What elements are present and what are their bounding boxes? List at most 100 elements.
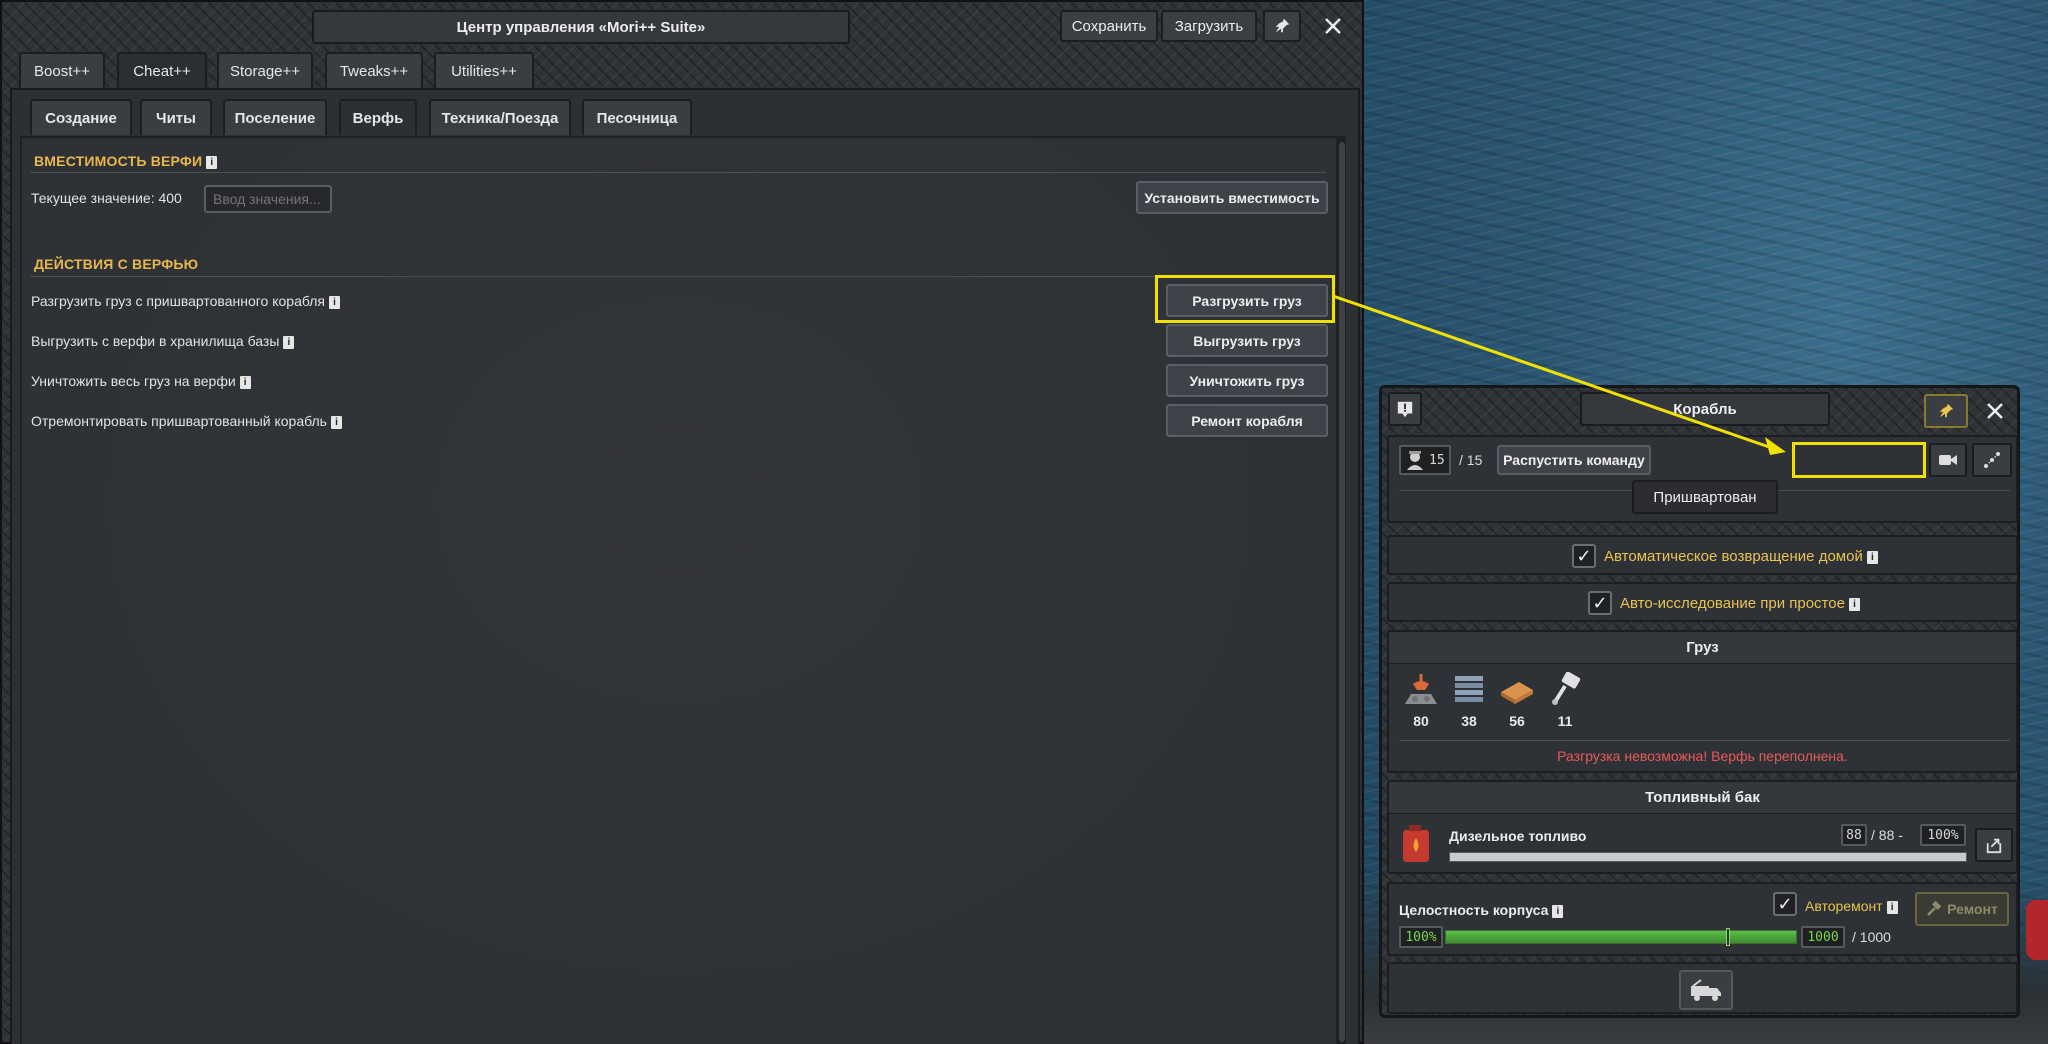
info-icon[interactable]: i [239, 376, 251, 389]
control-center-window: Центр управления «Mori++ Suite» Сохранит… [0, 0, 1364, 1044]
route-button[interactable] [1972, 443, 2012, 477]
hull-section: Целостность корпуса i ✓ Авторемонт i Ремон… [1387, 882, 2018, 956]
pin-button[interactable] [1924, 394, 1968, 428]
cargo-item[interactable]: 80 [1399, 672, 1443, 729]
close-button[interactable] [1976, 394, 2014, 428]
tab-tweaks[interactable]: Tweaks++ [325, 52, 423, 88]
capacity-current-value: Текущее значение: 400 [31, 190, 182, 206]
fuel-bar [1449, 852, 1967, 862]
fuel-bar-fill [1450, 853, 1966, 861]
export-icon [1986, 838, 2002, 854]
hull-threshold-marker[interactable] [1726, 928, 1730, 946]
cargo-section: Груз 80 38 56 11 Разгрузка невозможна! В… [1387, 630, 2018, 773]
hull-label: Целостность корпуса i [1399, 902, 1564, 918]
load-button[interactable]: Загрузить [1161, 10, 1257, 42]
cargo-list: 80 38 56 11 [1399, 671, 1599, 730]
destroy-cargo-button[interactable]: Уничтожить груз [1166, 364, 1328, 397]
auto-repair-checkbox[interactable]: ✓ [1773, 892, 1797, 916]
fuel-section: Топливный бак Дизельное топливо 88 / 88 … [1387, 780, 2018, 874]
cargo-item[interactable]: 56 [1495, 672, 1539, 729]
hull-label-text: Целостность корпуса [1399, 902, 1549, 918]
hull-bar-fill [1446, 931, 1796, 943]
subtab-settlement[interactable]: Поселение [223, 99, 327, 135]
auto-explore-label: Авто-исследование при простое i [1620, 595, 1860, 612]
close-icon [1987, 403, 2003, 419]
subtab-cheats[interactable]: Читы [140, 99, 212, 135]
divider [1399, 740, 2010, 741]
ship-title: Корабль [1580, 392, 1830, 426]
info-icon[interactable]: i [1848, 598, 1860, 611]
crew-section: 15 / 15 Распустить команду Пришвартован [1387, 435, 2018, 523]
dismiss-crew-button[interactable]: Распустить команду [1497, 445, 1651, 475]
auto-repair-label: Авторемонт i [1805, 898, 1898, 914]
mechanical-parts-icon [1552, 671, 1581, 705]
hull-percent: 100% [1399, 926, 1443, 948]
scrollbar-thumb[interactable] [1339, 142, 1345, 1042]
crew-current: 15 [1429, 452, 1445, 468]
alert-icon [1397, 401, 1413, 418]
info-icon[interactable]: i [1866, 551, 1878, 564]
fuel-export-button[interactable] [1975, 828, 2013, 862]
repair-label: Отремонтировать пришвартованный корабль i [31, 413, 342, 429]
tab-utilities[interactable]: Utilities++ [434, 52, 534, 88]
subtab-shipyard[interactable]: Верфь [339, 99, 417, 135]
tab-cheat[interactable]: Cheat++ [117, 52, 207, 88]
actions-section-title: ДЕЙСТВИЯ С ВЕРФЬЮ [34, 256, 199, 272]
hammer-icon [1927, 901, 1942, 916]
red-object [2026, 900, 2048, 960]
fuel-title: Топливный бак [1389, 782, 2016, 814]
transfer-cargo-button[interactable]: Выгрузить груз [1166, 324, 1328, 357]
capacity-title-text: ВМЕСТИМОСТЬ ВЕРФИ [34, 153, 203, 169]
cargo-value: 11 [1557, 713, 1573, 729]
unload-ship-text: Разгрузить груз с пришвартованного кораб… [31, 293, 325, 309]
tab-boost[interactable]: Boost++ [19, 52, 105, 88]
subtab-vehicles[interactable]: Техника/Поезда [429, 99, 571, 135]
tab-storage[interactable]: Storage++ [217, 52, 313, 88]
shipyard-content [20, 136, 1338, 1044]
route-icon [1984, 452, 2000, 468]
cargo-title: Груз [1389, 632, 2016, 664]
info-icon[interactable]: i [329, 296, 340, 309]
close-button[interactable] [1313, 10, 1353, 42]
steel-stack-icon [1455, 676, 1483, 702]
fuel-max: / 88 - [1871, 827, 1903, 843]
highlight-box [1792, 442, 1926, 478]
cargo-item[interactable]: 11 [1543, 671, 1587, 729]
subtab-creation[interactable]: Создание [30, 99, 132, 135]
repair-text: Отремонтировать пришвартованный корабль [31, 413, 327, 429]
info-icon[interactable]: i [1886, 901, 1898, 914]
repair-button[interactable]: Ремонт [1915, 892, 2009, 926]
auto-explore-checkbox[interactable]: ✓ [1588, 591, 1612, 615]
pin-button[interactable] [1263, 10, 1301, 42]
hull-max: / 1000 [1852, 929, 1891, 945]
tow-truck-button[interactable] [1679, 970, 1733, 1010]
repair-button-label: Ремонт [1947, 901, 1998, 917]
hull-bar [1445, 928, 1797, 946]
highlight-box [1155, 275, 1335, 323]
ship-panel: Корабль 15 / 15 Распустить команду Пришв… [1379, 385, 2020, 1018]
auto-explore-row: ✓ Авто-исследование при простое i [1387, 582, 2018, 622]
info-icon[interactable]: i [330, 416, 342, 429]
crane-icon [1405, 674, 1437, 704]
save-button[interactable]: Сохранить [1060, 10, 1158, 42]
pin-icon [1939, 403, 1954, 418]
info-button[interactable] [1388, 392, 1422, 426]
info-icon[interactable]: i [283, 336, 295, 349]
auto-return-label: Автоматическое возвращение домой i [1604, 548, 1878, 565]
auto-return-checkbox[interactable]: ✓ [1572, 544, 1596, 568]
cargo-item[interactable]: 38 [1447, 672, 1491, 729]
subtab-sandbox[interactable]: Песочница [582, 99, 692, 135]
tow-section [1387, 962, 2018, 1014]
transfer-text: Выгрузить с верфи в хранилища базы [31, 333, 280, 349]
set-capacity-button[interactable]: Установить вместимость [1136, 181, 1328, 214]
camera-button[interactable] [1929, 443, 1967, 477]
auto-repair-text: Авторемонт [1805, 898, 1883, 914]
info-icon[interactable]: i [206, 156, 218, 169]
fuel-name: Дизельное топливо [1449, 828, 1587, 844]
tow-truck-icon [1691, 979, 1721, 1001]
info-icon[interactable]: i [1552, 905, 1564, 918]
planks-icon [1501, 682, 1533, 704]
repair-ship-button[interactable]: Ремонт корабля [1166, 404, 1328, 437]
divider [30, 172, 1326, 173]
capacity-input[interactable] [204, 185, 332, 213]
